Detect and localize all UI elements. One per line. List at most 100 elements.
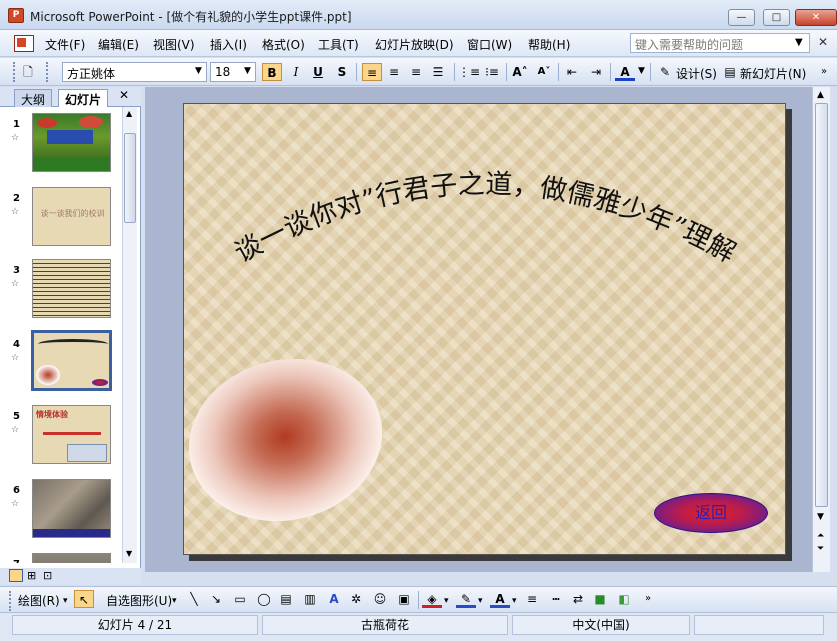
next-slide-icon[interactable]: ⏷ <box>817 544 824 554</box>
powerpoint-app-icon[interactable]: P <box>8 8 24 23</box>
chevron-down-icon[interactable]: ▾ <box>444 596 449 606</box>
shadow-style-icon[interactable]: ■ <box>590 590 610 608</box>
current-slide[interactable]: 谈一谈你对”行君子之道，做儒雅少年”理解 返回 <box>183 103 786 555</box>
chevron-down-icon[interactable]: ▾ <box>63 596 68 606</box>
diagram-icon[interactable]: ✲ <box>346 590 366 608</box>
scroll-up-icon[interactable]: ▲ <box>817 90 824 100</box>
scroll-down-icon[interactable]: ▼ <box>817 512 824 522</box>
arrow-icon[interactable]: ↘ <box>206 590 226 608</box>
help-search-input[interactable]: 键入需要帮助的问题 <box>630 33 810 53</box>
design-icon[interactable]: ✎ <box>655 63 675 81</box>
picture-icon[interactable]: ▣ <box>394 590 414 608</box>
slide-number: 7 <box>13 559 20 563</box>
line-style-icon[interactable]: ≡ <box>522 590 542 608</box>
tab-slides[interactable]: 幻灯片 <box>58 89 109 107</box>
slide-vertical-scrollbar[interactable]: ▲ ▼ ⏶ ⏷ <box>812 87 830 572</box>
maximize-button[interactable]: □ <box>763 9 790 26</box>
bold-button[interactable]: B <box>262 63 282 81</box>
previous-slide-icon[interactable]: ⏶ <box>817 531 824 541</box>
design-button[interactable]: 设计(S) <box>676 65 717 82</box>
slide-number: 3 <box>13 265 20 276</box>
toolbar-options-icon[interactable]: » <box>814 63 834 81</box>
numbering-icon[interactable]: ⋮≡ <box>458 63 480 81</box>
align-right-icon[interactable]: ≡ <box>406 63 426 81</box>
menu-slideshow[interactable]: 幻灯片放映(D) <box>375 36 454 53</box>
scrollbar-thumb[interactable] <box>815 103 828 507</box>
autoshapes-button[interactable]: 自选图形(U) <box>106 592 172 609</box>
increase-indent-icon[interactable]: ⇥ <box>586 63 606 81</box>
normal-view-icon[interactable] <box>9 569 23 582</box>
text-color-icon[interactable]: A <box>490 590 510 608</box>
decrease-indent-icon[interactable]: ⇤ <box>562 63 582 81</box>
align-left-icon[interactable]: ≡ <box>362 63 382 81</box>
slide-thumbnail-3[interactable] <box>32 259 111 318</box>
tab-outline[interactable]: 大纲 <box>14 89 53 107</box>
select-pointer-icon[interactable]: ↖ <box>74 590 94 608</box>
slide-thumbnail-2[interactable]: 谈一谈我们的校训 <box>32 187 111 246</box>
slide-thumbnail-1[interactable] <box>32 113 111 172</box>
font-name-select[interactable]: 方正姚体 <box>62 62 207 82</box>
chevron-down-icon[interactable]: ▼ <box>244 66 251 76</box>
toolbar-grip[interactable] <box>46 62 50 82</box>
bullets-icon[interactable]: ⁝≡ <box>482 63 502 81</box>
shadow-button[interactable]: S <box>332 63 352 81</box>
slide-thumbnail-5[interactable]: 情境体验 <box>32 405 111 464</box>
increase-font-icon[interactable]: A˄ <box>510 63 530 81</box>
menu-format[interactable]: 格式(O) <box>262 36 305 53</box>
menu-view[interactable]: 视图(V) <box>153 36 195 53</box>
arrow-style-icon[interactable]: ⇄ <box>568 590 588 608</box>
new-document-icon[interactable]: 🗋 <box>18 63 38 81</box>
close-window-button[interactable]: ✕ <box>795 9 837 26</box>
chevron-down-icon[interactable]: ▼ <box>638 66 645 76</box>
slide-sorter-icon[interactable]: ⊞ <box>27 569 36 582</box>
dash-style-icon[interactable]: ┅ <box>546 590 566 608</box>
vertical-textbox-icon[interactable]: ▥ <box>300 590 320 608</box>
align-center-icon[interactable]: ≡ <box>384 63 404 81</box>
italic-button[interactable]: I <box>286 63 306 81</box>
scrollbar-thumb[interactable] <box>124 133 136 223</box>
line-icon[interactable]: ╲ <box>184 590 204 608</box>
chevron-down-icon[interactable]: ▾ <box>172 596 177 606</box>
3d-style-icon[interactable]: ◧ <box>614 590 634 608</box>
chevron-down-icon[interactable]: ▾ <box>478 596 483 606</box>
new-slide-icon[interactable]: ▤ <box>720 63 740 81</box>
fill-color-icon[interactable]: ◈ <box>422 590 442 608</box>
chevron-down-icon[interactable]: ▾ <box>512 596 517 606</box>
menu-insert[interactable]: 插入(I) <box>210 36 247 53</box>
textbox-icon[interactable]: ▤ <box>276 590 296 608</box>
rectangle-icon[interactable]: ▭ <box>230 590 250 608</box>
close-document-icon[interactable]: ✕ <box>818 35 828 49</box>
window-title: Microsoft PowerPoint - [做个有礼貌的小学生ppt课件.p… <box>30 10 352 24</box>
decrease-font-icon[interactable]: A˅ <box>534 63 554 81</box>
toolbar-grip[interactable] <box>13 62 17 82</box>
oval-icon[interactable]: ◯ <box>254 590 274 608</box>
slide-thumbnail-4[interactable] <box>31 330 112 391</box>
font-color-button[interactable]: A <box>615 63 635 81</box>
menu-help[interactable]: 帮助(H) <box>528 36 570 53</box>
scroll-up-icon[interactable]: ▲ <box>126 109 132 118</box>
minimize-button[interactable]: — <box>728 9 755 26</box>
slideshow-icon[interactable]: ⊡ <box>43 569 52 582</box>
chevron-down-icon[interactable]: ▼ <box>795 37 803 48</box>
underline-button[interactable]: U <box>308 63 328 81</box>
wordart-icon[interactable]: A <box>324 590 344 608</box>
line-color-icon[interactable]: ✎ <box>456 590 476 608</box>
slide-thumbnail-7[interactable] <box>32 553 111 563</box>
new-slide-button[interactable]: 新幻灯片(N) <box>740 65 806 82</box>
menu-window[interactable]: 窗口(W) <box>467 36 512 53</box>
justify-icon[interactable]: ☰ <box>428 63 448 81</box>
return-button[interactable]: 返回 <box>654 493 768 533</box>
thumbnails-scrollbar[interactable]: ▲ ▼ <box>122 107 137 563</box>
menu-edit[interactable]: 编辑(E) <box>98 36 139 53</box>
menu-file[interactable]: 文件(F) <box>45 36 85 53</box>
menu-tools[interactable]: 工具(T) <box>318 36 359 53</box>
toolbar-options-icon[interactable]: » <box>638 590 658 608</box>
slide-thumbnail-6[interactable] <box>32 479 111 538</box>
toolbar-grip[interactable] <box>9 591 13 611</box>
clipart-icon[interactable]: ☺ <box>370 590 390 608</box>
draw-menu-button[interactable]: 绘图(R) <box>18 592 60 609</box>
close-pane-icon[interactable]: ✕ <box>119 88 129 102</box>
chevron-down-icon[interactable]: ▼ <box>195 66 202 76</box>
scroll-down-icon[interactable]: ▼ <box>126 549 132 558</box>
document-icon[interactable] <box>14 35 34 52</box>
